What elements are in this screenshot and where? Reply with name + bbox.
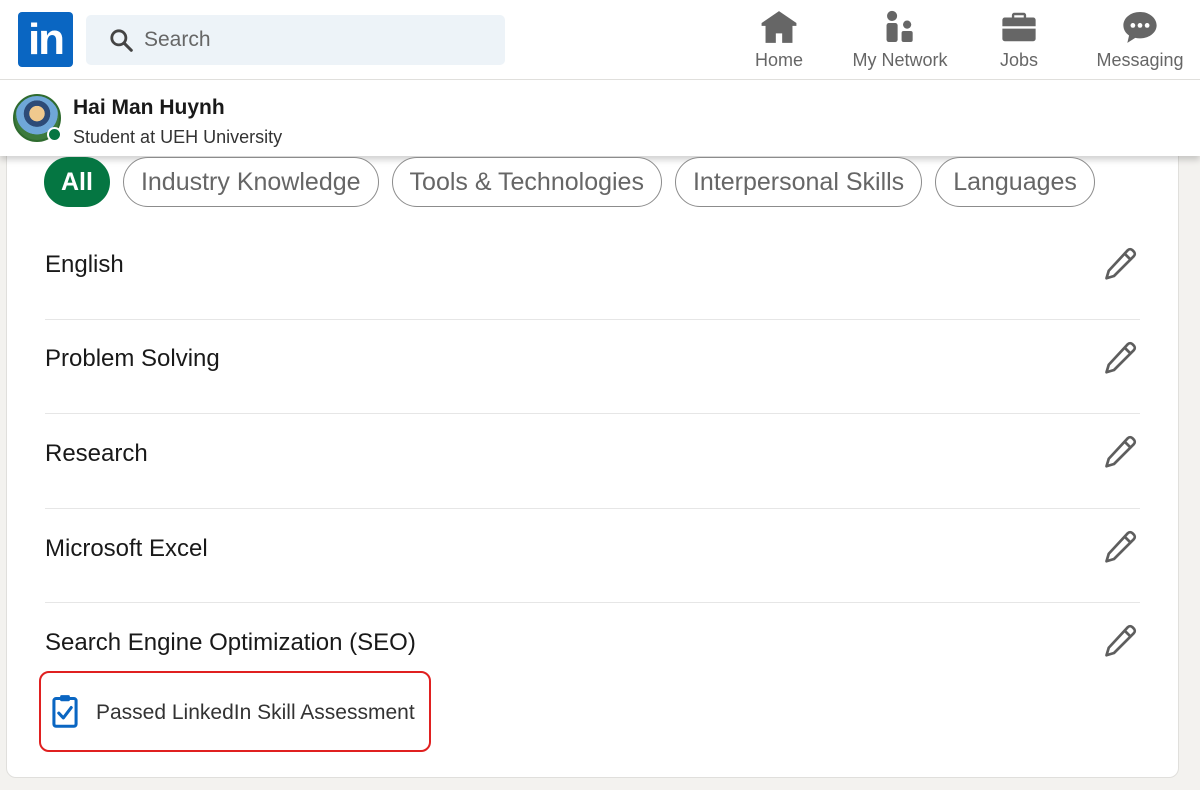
skill-row-seo: Search Engine Optimization (SEO): [45, 603, 1140, 673]
edit-pencil-icon[interactable]: [1102, 434, 1138, 470]
skill-name[interactable]: Search Engine Optimization (SEO): [45, 629, 416, 657]
nav-messaging[interactable]: Messaging: [1088, 6, 1192, 74]
search-box[interactable]: [86, 15, 505, 65]
briefcase-icon: [1002, 12, 1036, 42]
edit-pencil-icon[interactable]: [1102, 246, 1138, 282]
linkedin-logo[interactable]: in: [18, 12, 73, 67]
edit-pencil-icon[interactable]: [1102, 623, 1138, 659]
skill-name[interactable]: Microsoft Excel: [45, 535, 208, 563]
skill-assessment-badge[interactable]: Passed LinkedIn Skill Assessment: [39, 671, 431, 752]
nav-home[interactable]: Home: [744, 6, 814, 74]
nav-my-network[interactable]: My Network: [840, 6, 960, 74]
skill-name[interactable]: English: [45, 251, 124, 279]
home-icon: [761, 11, 797, 43]
skill-row-microsoft-excel: Microsoft Excel: [45, 509, 1140, 604]
search-icon: [110, 29, 133, 52]
skill-row-problem-solving: Problem Solving: [45, 320, 1140, 415]
filter-tools-technologies[interactable]: Tools & Technologies: [391, 157, 662, 207]
nav-jobs-label: Jobs: [999, 50, 1039, 70]
filter-interpersonal-skills[interactable]: Interpersonal Skills: [674, 157, 923, 207]
online-status-indicator: [47, 127, 62, 142]
global-nav: in Home My Network Jobs: [0, 0, 1200, 80]
nav-jobs[interactable]: Jobs: [984, 6, 1054, 74]
skill-assessment-text: Passed LinkedIn Skill Assessment: [96, 701, 415, 724]
search-input[interactable]: [144, 28, 474, 52]
message-icon: [1123, 11, 1157, 43]
skill-name[interactable]: Research: [45, 440, 148, 468]
filter-industry-knowledge[interactable]: Industry Knowledge: [122, 157, 379, 207]
skill-row-research: Research: [45, 414, 1140, 509]
skill-row-english: English: [45, 226, 1140, 321]
profile-name[interactable]: Hai Man Huynh: [73, 96, 225, 120]
nav-my-network-label: My Network: [852, 50, 948, 70]
filter-languages[interactable]: Languages: [935, 157, 1095, 207]
skill-filter-pills: All Industry Knowledge Tools & Technolog…: [44, 157, 1095, 208]
nav-messaging-label: Messaging: [1096, 50, 1184, 70]
clipboard-check-icon: [52, 695, 78, 728]
skill-name[interactable]: Problem Solving: [45, 345, 220, 373]
network-icon: [886, 10, 913, 43]
edit-pencil-icon[interactable]: [1102, 340, 1138, 376]
profile-headline: Student at UEH University: [73, 127, 283, 147]
edit-pencil-icon[interactable]: [1102, 529, 1138, 565]
filter-all[interactable]: All: [44, 157, 110, 207]
nav-home-label: Home: [754, 50, 803, 70]
